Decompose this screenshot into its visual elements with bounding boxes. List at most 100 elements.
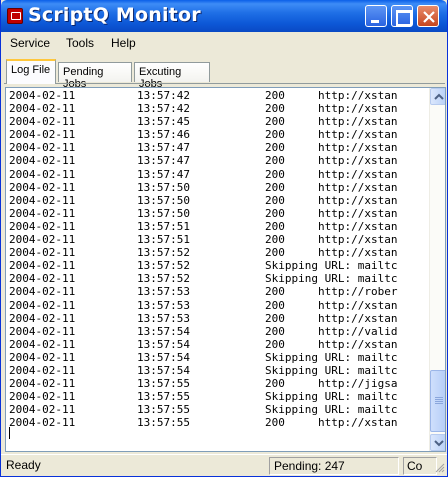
- log-time: 13:57:50: [137, 206, 190, 220]
- scroll-down-icon[interactable]: [430, 434, 445, 451]
- text-caret: [9, 427, 10, 439]
- log-date: 2004-02-11: [9, 167, 76, 181]
- log-message: Skipping URL: mailtc: [265, 259, 398, 273]
- log-date: 2004-02-11: [9, 324, 76, 338]
- vertical-scrollbar[interactable]: [429, 88, 445, 451]
- log-message: 200 http://rober: [265, 285, 398, 299]
- log-time: 13:57:47: [137, 141, 190, 155]
- log-time: 13:57:46: [137, 128, 190, 142]
- menu-help[interactable]: Help: [111, 36, 136, 50]
- log-message: 200 http://xstan: [265, 311, 398, 325]
- log-textarea[interactable]: 2004-02-11 13:57:42 200 http://xstan 2004-0…: [5, 87, 446, 452]
- log-message: 200 http://xstan: [265, 128, 398, 142]
- menu-tools[interactable]: Tools: [66, 36, 94, 50]
- tab-divider: [4, 83, 445, 84]
- log-date: 2004-02-11: [9, 154, 76, 168]
- log-line: 2004-02-11 13:57:54 200 http://xstan: [9, 338, 429, 351]
- log-date: 2004-02-11: [9, 246, 76, 260]
- log-date: 2004-02-11: [9, 89, 76, 102]
- log-message: 200 http://xstan: [265, 89, 398, 102]
- app-icon: [7, 8, 23, 24]
- log-time: 13:57:53: [137, 298, 190, 312]
- log-message: 200 http://xstan: [265, 298, 398, 312]
- log-message: 200 http://xstan: [265, 115, 398, 129]
- log-line: 2004-02-11 13:57:47 200 http://xstan: [9, 141, 429, 154]
- log-time: 13:57:55: [137, 403, 190, 417]
- log-time: 13:57:47: [137, 154, 190, 168]
- log-line: 2004-02-11 13:57:54 200 http://valid: [9, 325, 429, 338]
- log-message: 200 http://xstan: [265, 193, 398, 207]
- log-message: 200 http://xstan: [265, 167, 398, 181]
- log-time: 13:57:55: [137, 416, 190, 430]
- log-message: 200 http://xstan: [265, 416, 398, 430]
- status-extra: Co: [403, 457, 437, 475]
- scroll-thumb[interactable]: [430, 370, 445, 432]
- log-message: Skipping URL: mailtc: [265, 390, 398, 404]
- log-line: 2004-02-11 13:57:55 Skipping URL: mailtc: [9, 390, 429, 403]
- log-line: 2004-02-11 13:57:53 200 http://xstan: [9, 312, 429, 325]
- log-date: 2004-02-11: [9, 311, 76, 325]
- log-message: 200 http://xstan: [265, 337, 398, 351]
- menu-bar: Service Tools Help: [4, 34, 445, 54]
- tab-pending-jobs[interactable]: Pending Jobs: [58, 62, 132, 90]
- log-time: 13:57:52: [137, 246, 190, 260]
- minimize-icon[interactable]: [365, 5, 387, 27]
- tab-executing-jobs[interactable]: Excuting Jobs: [134, 62, 210, 90]
- scroll-up-icon[interactable]: [430, 88, 445, 105]
- log-time: 13:57:45: [137, 115, 190, 129]
- log-time: 13:57:42: [137, 102, 190, 116]
- log-line: 2004-02-11 13:57:54 Skipping URL: mailtc: [9, 364, 429, 377]
- log-message: Skipping URL: mailtc: [265, 350, 398, 364]
- log-date: 2004-02-11: [9, 115, 76, 129]
- log-date: 2004-02-11: [9, 377, 76, 391]
- close-icon[interactable]: [417, 5, 439, 27]
- app-window: ScriptQ Monitor Service Tools Help Log F…: [0, 0, 448, 477]
- log-message: 200 http://xstan: [265, 102, 398, 116]
- log-date: 2004-02-11: [9, 416, 76, 430]
- log-message: Skipping URL: mailtc: [265, 403, 398, 417]
- log-message: 200 http://xstan: [265, 141, 398, 155]
- log-line: 2004-02-11 13:57:54 Skipping URL: mailtc: [9, 351, 429, 364]
- log-time: 13:57:54: [137, 363, 190, 377]
- maximize-icon[interactable]: [391, 5, 413, 27]
- menu-service[interactable]: Service: [10, 36, 50, 50]
- log-time: 13:57:52: [137, 259, 190, 273]
- log-line: 2004-02-11 13:57:51 200 http://xstan: [9, 220, 429, 233]
- log-date: 2004-02-11: [9, 363, 76, 377]
- log-time: 13:57:55: [137, 377, 190, 391]
- log-date: 2004-02-11: [9, 141, 76, 155]
- log-line: 2004-02-11 13:57:42 200 http://xstan: [9, 102, 429, 115]
- log-line: 2004-02-11 13:57:51 200 http://xstan: [9, 233, 429, 246]
- log-lines: 2004-02-11 13:57:42 200 http://xstan 2004-0…: [9, 89, 429, 429]
- log-time: 13:57:54: [137, 350, 190, 364]
- window-title: ScriptQ Monitor: [28, 4, 201, 26]
- log-date: 2004-02-11: [9, 219, 76, 233]
- log-date: 2004-02-11: [9, 102, 76, 116]
- log-line: 2004-02-11 13:57:55 200 http://xstan: [9, 416, 429, 429]
- log-line: 2004-02-11 13:57:52 Skipping URL: mailtc: [9, 259, 429, 272]
- log-time: 13:57:53: [137, 285, 190, 299]
- log-message: 200 http://xstan: [265, 206, 398, 220]
- log-message: 200 http://jigsa: [265, 377, 398, 391]
- log-time: 13:57:50: [137, 193, 190, 207]
- tab-log-file[interactable]: Log File: [6, 59, 56, 84]
- title-bar[interactable]: ScriptQ Monitor: [1, 0, 447, 32]
- log-message: 200 http://xstan: [265, 180, 398, 194]
- log-message: Skipping URL: mailtc: [265, 272, 398, 286]
- log-time: 13:57:51: [137, 219, 190, 233]
- log-date: 2004-02-11: [9, 128, 76, 142]
- log-date: 2004-02-11: [9, 390, 76, 404]
- log-time: 13:57:50: [137, 180, 190, 194]
- log-line: 2004-02-11 13:57:47 200 http://xstan: [9, 168, 429, 181]
- log-date: 2004-02-11: [9, 180, 76, 194]
- log-line: 2004-02-11 13:57:55 200 http://jigsa: [9, 377, 429, 390]
- log-message: 200 http://xstan: [265, 233, 398, 247]
- log-date: 2004-02-11: [9, 206, 76, 220]
- resize-grip-icon[interactable]: [435, 463, 445, 473]
- log-time: 13:57:54: [137, 324, 190, 338]
- log-line: 2004-02-11 13:57:46 200 http://xstan: [9, 128, 429, 141]
- log-time: 13:57:54: [137, 337, 190, 351]
- log-date: 2004-02-11: [9, 403, 76, 417]
- log-line: 2004-02-11 13:57:50 200 http://xstan: [9, 181, 429, 194]
- tab-strip: Log File Pending Jobs Excuting Jobs: [4, 58, 445, 90]
